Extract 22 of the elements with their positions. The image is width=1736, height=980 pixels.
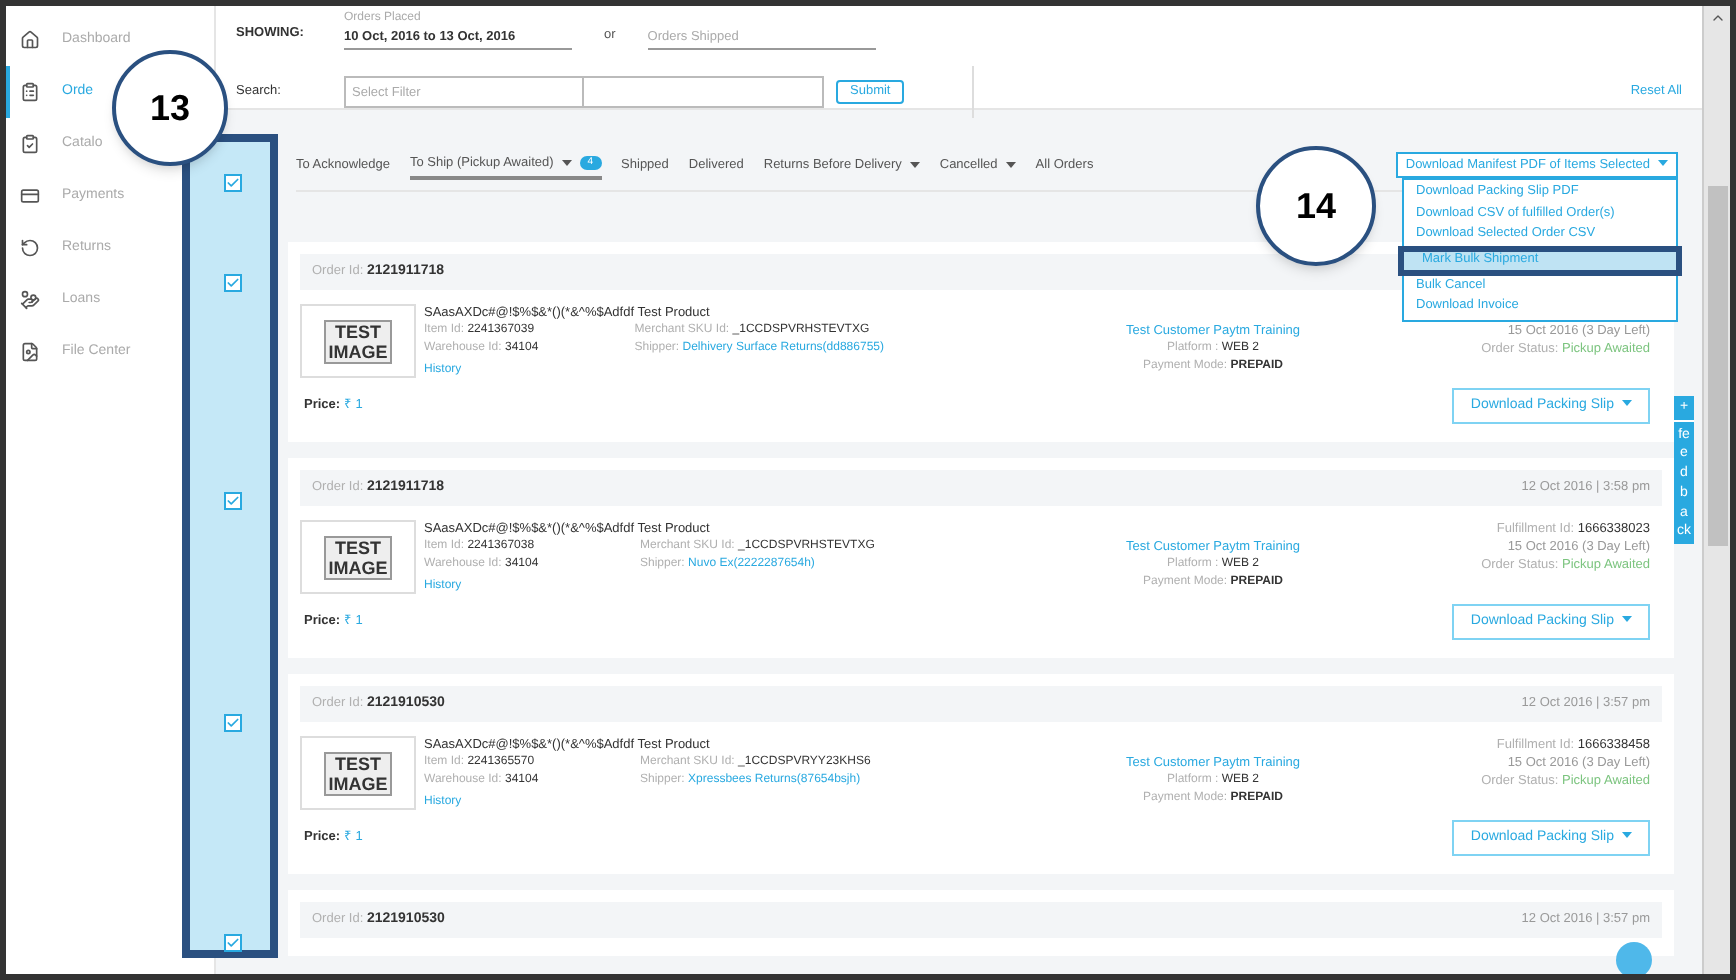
card-icon: [20, 186, 40, 206]
clipboard-check-icon: [20, 134, 40, 154]
row-checkbox[interactable]: [224, 492, 242, 510]
home-icon: [20, 30, 40, 50]
caret-icon: [1622, 832, 1632, 839]
row-checkbox[interactable]: [224, 274, 242, 292]
caret-icon: [1622, 400, 1632, 407]
return-arrow-icon: [20, 238, 40, 258]
scrollbar-thumb[interactable]: [1707, 186, 1727, 546]
clipboard-icon: [20, 82, 40, 102]
search-field[interactable]: [584, 76, 824, 108]
image-text: TEST IMAGE: [324, 319, 392, 363]
row-checkbox[interactable]: [224, 934, 242, 952]
hand-coins-icon: [20, 290, 40, 310]
row-checkbox[interactable]: [224, 714, 242, 732]
caret-icon: [1622, 616, 1632, 623]
image-text: TEST IMAGE: [324, 751, 392, 795]
image-text: TEST IMAGE: [324, 535, 392, 579]
caret-icon: [1658, 160, 1668, 167]
file-image-icon: [20, 342, 40, 362]
scroll-up-icon[interactable]: [1709, 10, 1725, 26]
row-checkbox[interactable]: [224, 174, 242, 192]
